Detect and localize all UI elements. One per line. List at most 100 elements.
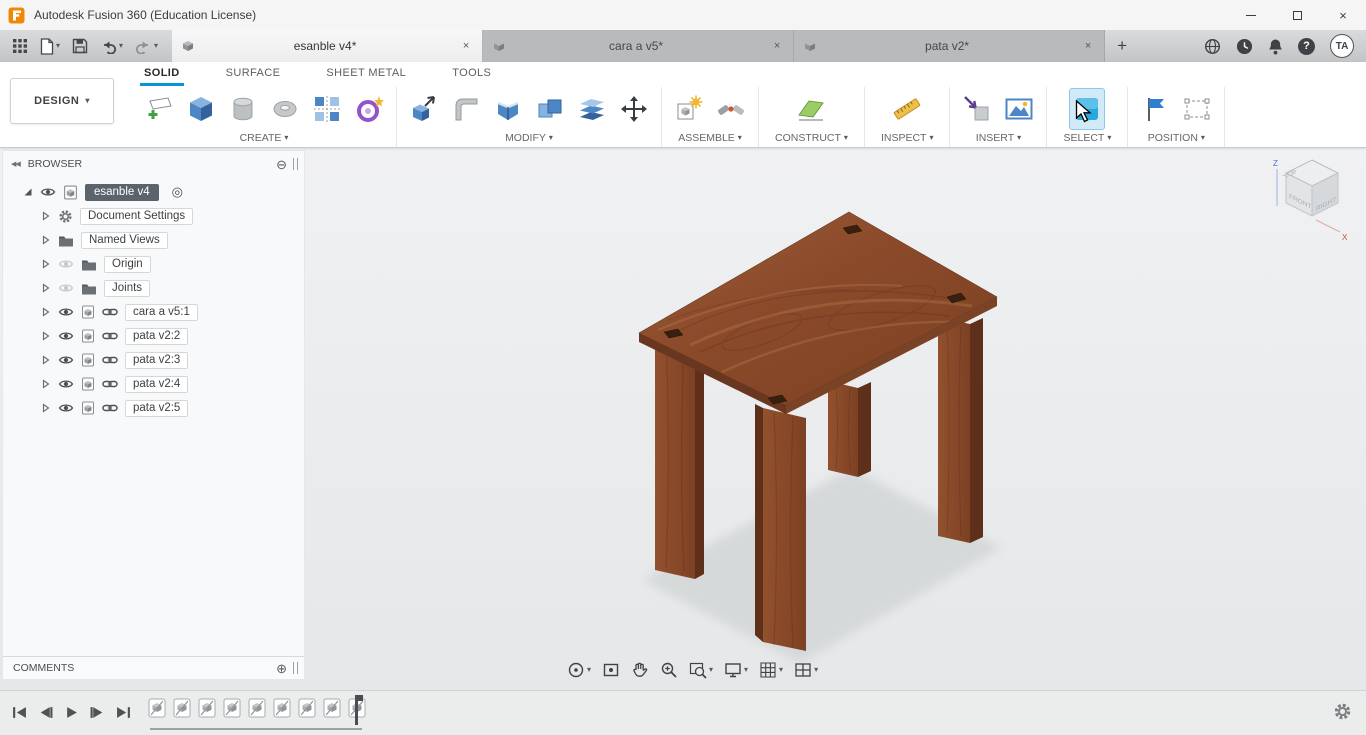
expander-icon[interactable] [41,235,51,245]
visibility-eye-off-icon[interactable] [58,258,74,270]
group-dropdown-create[interactable]: CREATE ▾ [240,132,289,144]
workspace-switcher[interactable]: DESIGN ▾ [10,78,114,124]
expander-icon[interactable] [41,259,51,269]
viewports-button[interactable]: ▾ [790,661,822,679]
browser-row-named-views[interactable]: Named Views [3,228,304,252]
visibility-eye-icon[interactable] [58,402,74,414]
undo-button[interactable]: ▾ [96,30,127,62]
group-dropdown-modify[interactable]: MODIFY ▾ [505,132,553,144]
add-comment-icon[interactable]: ⊕ [276,662,287,675]
visibility-eye-icon[interactable] [40,186,56,198]
visibility-eye-icon[interactable] [58,378,74,390]
orbit-button[interactable]: ▾ [563,661,595,679]
expander-icon[interactable] [41,355,51,365]
browser-row-component[interactable]: pata v2:4 [3,372,304,396]
grid-settings-button[interactable]: ▾ [755,661,787,679]
box-button[interactable] [184,89,218,129]
browser-row-component[interactable]: cara a v5:1 [3,300,304,324]
timeline-marker[interactable] [352,695,363,725]
look-at-button[interactable] [598,661,624,679]
combine-button[interactable] [533,89,567,129]
tab-close-button[interactable]: × [458,38,474,54]
expander-icon[interactable] [41,283,51,293]
browser-row-document-settings[interactable]: Document Settings [3,204,304,228]
app-grid-button[interactable] [8,30,32,62]
new-tab-button[interactable]: + [1105,30,1139,62]
torus-button[interactable] [268,89,302,129]
tree-item-label[interactable]: pata v2:2 [125,327,189,345]
skip-to-start-button[interactable] [8,699,30,725]
panel-grip[interactable] [293,662,298,674]
expander-icon[interactable] [41,403,51,413]
help-icon[interactable]: ? [1298,37,1315,55]
root-document-label[interactable]: esanble v4 [85,183,159,201]
capture-position-button[interactable] [1138,89,1172,129]
doc-tab-esanble-v4[interactable]: esanble v4* × [172,30,484,62]
step-back-button[interactable] [34,699,56,725]
move-button[interactable] [617,89,651,129]
tree-item-label[interactable]: Joints [104,279,151,297]
collapse-all-icon[interactable]: ⊖ [276,158,287,171]
timeline-feature-icon[interactable] [173,698,191,718]
browser-row-origin[interactable]: Origin [3,252,304,276]
close-button[interactable]: × [1320,0,1366,30]
fit-button[interactable]: ▾ [685,661,717,679]
save-button[interactable] [68,30,92,62]
timeline-feature-icon[interactable] [223,698,241,718]
group-dropdown-select[interactable]: SELECT ▾ [1063,132,1111,144]
ribbon-tab-surface[interactable]: SURFACE [222,64,285,86]
job-status-clock-icon[interactable] [1236,38,1253,55]
viewcube[interactable]: Z TOP FRONT RIGHT X [1270,154,1354,244]
panel-grip[interactable] [293,158,298,170]
timeline-feature-icon[interactable] [298,698,316,718]
group-dropdown-construct[interactable]: CONSTRUCT ▾ [775,132,848,144]
insert-derive-button[interactable] [960,89,994,129]
tree-item-label[interactable]: pata v2:3 [125,351,189,369]
expander-icon[interactable] [41,379,51,389]
tree-item-label[interactable]: Document Settings [80,207,194,225]
joint-button[interactable] [714,89,748,129]
revert-position-button[interactable] [1180,89,1214,129]
visibility-eye-off-icon[interactable] [58,282,74,294]
account-avatar[interactable]: TA [1330,34,1354,58]
measure-button[interactable] [890,89,924,129]
pan-button[interactable] [627,661,653,679]
notification-bell-icon[interactable] [1268,38,1283,55]
create-sketch-button[interactable] [142,89,176,129]
redo-button[interactable]: ▾ [131,30,162,62]
insert-image-button[interactable] [1002,89,1036,129]
skip-to-end-button[interactable] [112,699,134,725]
group-dropdown-assemble[interactable]: ASSEMBLE ▾ [678,132,742,144]
new-component-button[interactable] [672,89,706,129]
collapse-panel-icon[interactable]: ◀◀ [11,160,21,168]
tree-item-label[interactable]: cara a v5:1 [125,303,198,321]
group-dropdown-position[interactable]: POSITION ▾ [1148,132,1205,144]
browser-row-root[interactable]: esanble v4 ◎ [3,180,304,204]
browser-row-component[interactable]: pata v2:3 [3,348,304,372]
expander-icon[interactable] [41,211,51,221]
group-dropdown-insert[interactable]: INSERT ▾ [976,132,1021,144]
group-dropdown-inspect[interactable]: INSPECT ▾ [881,132,934,144]
zoom-button[interactable] [656,661,682,679]
file-menu-button[interactable]: ▾ [36,30,64,62]
fillet-button[interactable] [449,89,483,129]
tab-close-button[interactable]: × [1080,38,1096,54]
timeline-feature-icon[interactable] [248,698,266,718]
offset-face-button[interactable] [575,89,609,129]
tree-item-label[interactable]: pata v2:4 [125,375,189,393]
press-pull-button[interactable] [407,89,441,129]
visibility-eye-icon[interactable] [58,330,74,342]
maximize-button[interactable] [1274,0,1320,30]
ribbon-tab-solid[interactable]: SOLID [140,64,184,86]
comments-bar[interactable]: COMMENTS ⊕ [3,656,304,679]
visibility-eye-icon[interactable] [58,306,74,318]
tree-item-label[interactable]: Origin [104,255,151,273]
tab-close-button[interactable]: × [769,38,785,54]
display-settings-button[interactable]: ▾ [720,661,752,679]
construction-plane-button[interactable] [794,89,828,129]
expander-icon[interactable] [23,187,33,197]
expander-icon[interactable] [41,307,51,317]
play-button[interactable] [60,699,82,725]
pattern-button[interactable] [310,89,344,129]
visibility-eye-icon[interactable] [58,354,74,366]
